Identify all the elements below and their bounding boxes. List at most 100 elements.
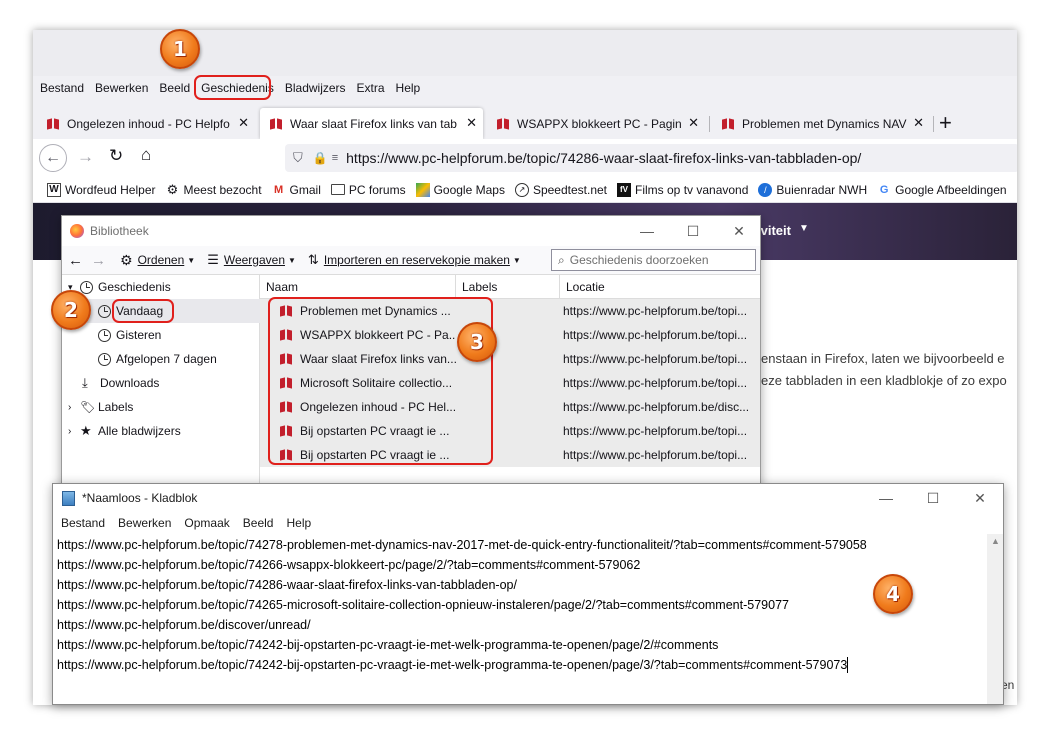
- clock-icon: [98, 304, 111, 318]
- menu-beeld[interactable]: Beeld: [243, 516, 274, 530]
- menu-beeld[interactable]: Beeld: [159, 81, 190, 95]
- new-tab-button[interactable]: +: [939, 110, 952, 136]
- scroll-up-icon[interactable]: ▲: [991, 536, 1000, 546]
- highlight-geschiedenis: [194, 75, 271, 100]
- close-icon[interactable]: ✕: [957, 484, 1003, 512]
- nav-bar: ← → ↻ ⌂ ⛉ 🔒 ≡ https://www.pc-helpforum.b…: [33, 139, 1017, 177]
- column-header-name[interactable]: Naam: [260, 275, 456, 299]
- menu-bewerken[interactable]: Bewerken: [118, 516, 171, 530]
- bookmark-google-maps[interactable]: Google Maps: [415, 182, 505, 197]
- forward-arrow-icon[interactable]: →: [91, 252, 106, 269]
- back-arrow-icon[interactable]: ←: [39, 144, 67, 172]
- close-icon[interactable]: ✕: [716, 216, 760, 246]
- views-button[interactable]: ☰ Weergaven ▼: [207, 252, 296, 268]
- gear-icon: ⚙: [166, 181, 179, 197]
- close-tab-icon[interactable]: ✕: [913, 115, 924, 131]
- text-line: https://www.pc-helpforum.be/topic/74265-…: [57, 598, 789, 612]
- chevron-down-icon: ▼: [512, 255, 521, 265]
- bookmark-gmail[interactable]: M Gmail: [272, 183, 321, 197]
- back-arrow-icon[interactable]: ←: [68, 252, 83, 269]
- row-location: https://www.pc-helpforum.be/disc...: [563, 400, 750, 414]
- tree-item-labels[interactable]: › 🏷 Labels: [68, 395, 133, 419]
- menu-bestand[interactable]: Bestand: [61, 516, 105, 530]
- nav-activity-link[interactable]: iviteit: [757, 223, 791, 238]
- tab[interactable]: WSAPPX blokkeert PC - Pagina ✕: [487, 108, 705, 139]
- forum-favicon-icon: [497, 118, 511, 130]
- library-titlebar: Bibliotheek — ☐ ✕: [62, 216, 760, 246]
- menu-extra[interactable]: Extra: [357, 81, 385, 95]
- notepad-icon: [62, 490, 75, 506]
- table-header: Naam Labels Locatie: [260, 275, 760, 299]
- notepad-title: *Naamloos - Kladblok: [82, 491, 198, 505]
- organize-button[interactable]: ⚙ Ordenen ▼: [120, 252, 195, 269]
- tree-item-last-7-days[interactable]: Afgelopen 7 dagen: [98, 347, 217, 371]
- tab-title: Waar slaat Firefox links van tab: [290, 116, 457, 131]
- menu-bewerken[interactable]: Bewerken: [95, 81, 148, 95]
- forum-favicon-icon: [47, 118, 61, 130]
- tab[interactable]: Ongelezen inhoud - PC Helpfo ✕: [37, 108, 255, 139]
- bookmark-label: Gmail: [289, 182, 321, 197]
- permissions-icon[interactable]: ≡: [332, 152, 338, 164]
- bookmark-films[interactable]: fV Films op tv vanavond: [617, 182, 748, 197]
- notepad-text-area[interactable]: https://www.pc-helpforum.be/topic/74278-…: [57, 535, 987, 704]
- lock-icon[interactable]: 🔒: [313, 151, 328, 165]
- notepad-titlebar: *Naamloos - Kladblok — ☐ ✕: [53, 484, 1003, 512]
- clock-icon: [98, 328, 111, 342]
- callout-badge-3: 3: [457, 322, 497, 362]
- menu-help[interactable]: Help: [286, 516, 311, 530]
- row-location: https://www.pc-helpforum.be/topi...: [563, 424, 748, 438]
- tree-item-yesterday[interactable]: Gisteren: [98, 323, 161, 347]
- bookmark-label: Google Maps: [433, 182, 505, 197]
- bookmark-meest-bezocht[interactable]: ⚙ Meest bezocht: [166, 181, 262, 197]
- download-icon: ⤓: [82, 375, 88, 390]
- bookmark-speedtest[interactable]: ↗ Speedtest.net: [514, 182, 608, 197]
- callout-badge-4: 4: [873, 574, 913, 614]
- callout-badge-2: 2: [51, 290, 91, 330]
- tree-item-all-bookmarks[interactable]: › ★ Alle bladwijzers: [68, 419, 181, 443]
- expand-arrow-icon[interactable]: ›: [68, 426, 80, 437]
- tree-item-downloads[interactable]: ⤓ Downloads: [82, 371, 159, 395]
- reload-icon[interactable]: ↻: [109, 146, 123, 166]
- close-tab-icon[interactable]: ✕: [688, 115, 699, 131]
- row-location: https://www.pc-helpforum.be/topi...: [563, 352, 748, 366]
- expand-arrow-icon[interactable]: ›: [68, 402, 80, 413]
- bookmark-pc-forums[interactable]: PC forums: [330, 182, 406, 197]
- row-location: https://www.pc-helpforum.be/topi...: [563, 304, 748, 318]
- bookmark-google-afbeeldingen[interactable]: G Google Afbeeldingen: [877, 183, 1007, 197]
- home-icon[interactable]: ⌂: [141, 145, 151, 165]
- maximize-icon[interactable]: ☐: [910, 484, 956, 512]
- tab-active[interactable]: Waar slaat Firefox links van tab ✕: [260, 108, 483, 139]
- tab-title: WSAPPX blokkeert PC - Pagina: [517, 116, 682, 131]
- chevron-down-icon: ▼: [288, 255, 296, 265]
- tv-icon: fV: [617, 182, 632, 197]
- import-backup-button[interactable]: ⇅ Importeren en reservekopie maken ▼: [308, 252, 521, 268]
- bookmark-wordfeud[interactable]: W Wordfeud Helper: [47, 182, 156, 197]
- tab[interactable]: Problemen met Dynamics NAV ✕: [712, 108, 930, 139]
- bookmark-label: PC forums: [348, 182, 406, 197]
- map-icon: [415, 182, 430, 197]
- column-header-location[interactable]: Locatie: [560, 275, 760, 299]
- tree-label: Afgelopen 7 dagen: [116, 352, 217, 366]
- minimize-icon[interactable]: —: [624, 216, 670, 246]
- menu-help[interactable]: Help: [396, 81, 421, 95]
- list-icon: ☰: [207, 252, 219, 267]
- notepad-menubar: Bestand Bewerken Opmaak Beeld Help: [53, 512, 1003, 534]
- maximize-icon[interactable]: ☐: [670, 216, 716, 246]
- column-header-labels[interactable]: Labels: [456, 275, 560, 299]
- menu-bladwijzers[interactable]: Bladwijzers: [285, 81, 346, 95]
- close-tab-icon[interactable]: ✕: [238, 115, 249, 131]
- bookmark-buienradar[interactable]: / Buienradar NWH: [758, 182, 867, 197]
- url-bar[interactable]: ⛉ 🔒 ≡ https://www.pc-helpforum.be/topic/…: [285, 144, 1017, 172]
- menu-opmaak[interactable]: Opmaak: [184, 516, 229, 530]
- text-line: https://www.pc-helpforum.be/topic/74242-…: [57, 638, 719, 652]
- minimize-icon[interactable]: —: [863, 484, 909, 512]
- wordfeud-icon: W: [47, 182, 61, 197]
- url-text[interactable]: https://www.pc-helpforum.be/topic/74286-…: [346, 150, 861, 166]
- history-search-input[interactable]: ⌕ Geschiedenis doorzoeken: [551, 249, 756, 271]
- menu-bestand[interactable]: Bestand: [40, 81, 84, 95]
- forward-arrow-icon[interactable]: →: [77, 147, 94, 167]
- vertical-scrollbar[interactable]: ▲: [987, 534, 1003, 704]
- shield-icon[interactable]: ⛉: [293, 150, 303, 166]
- close-tab-icon[interactable]: ✕: [466, 115, 477, 131]
- bookmark-label: Speedtest.net: [532, 182, 608, 197]
